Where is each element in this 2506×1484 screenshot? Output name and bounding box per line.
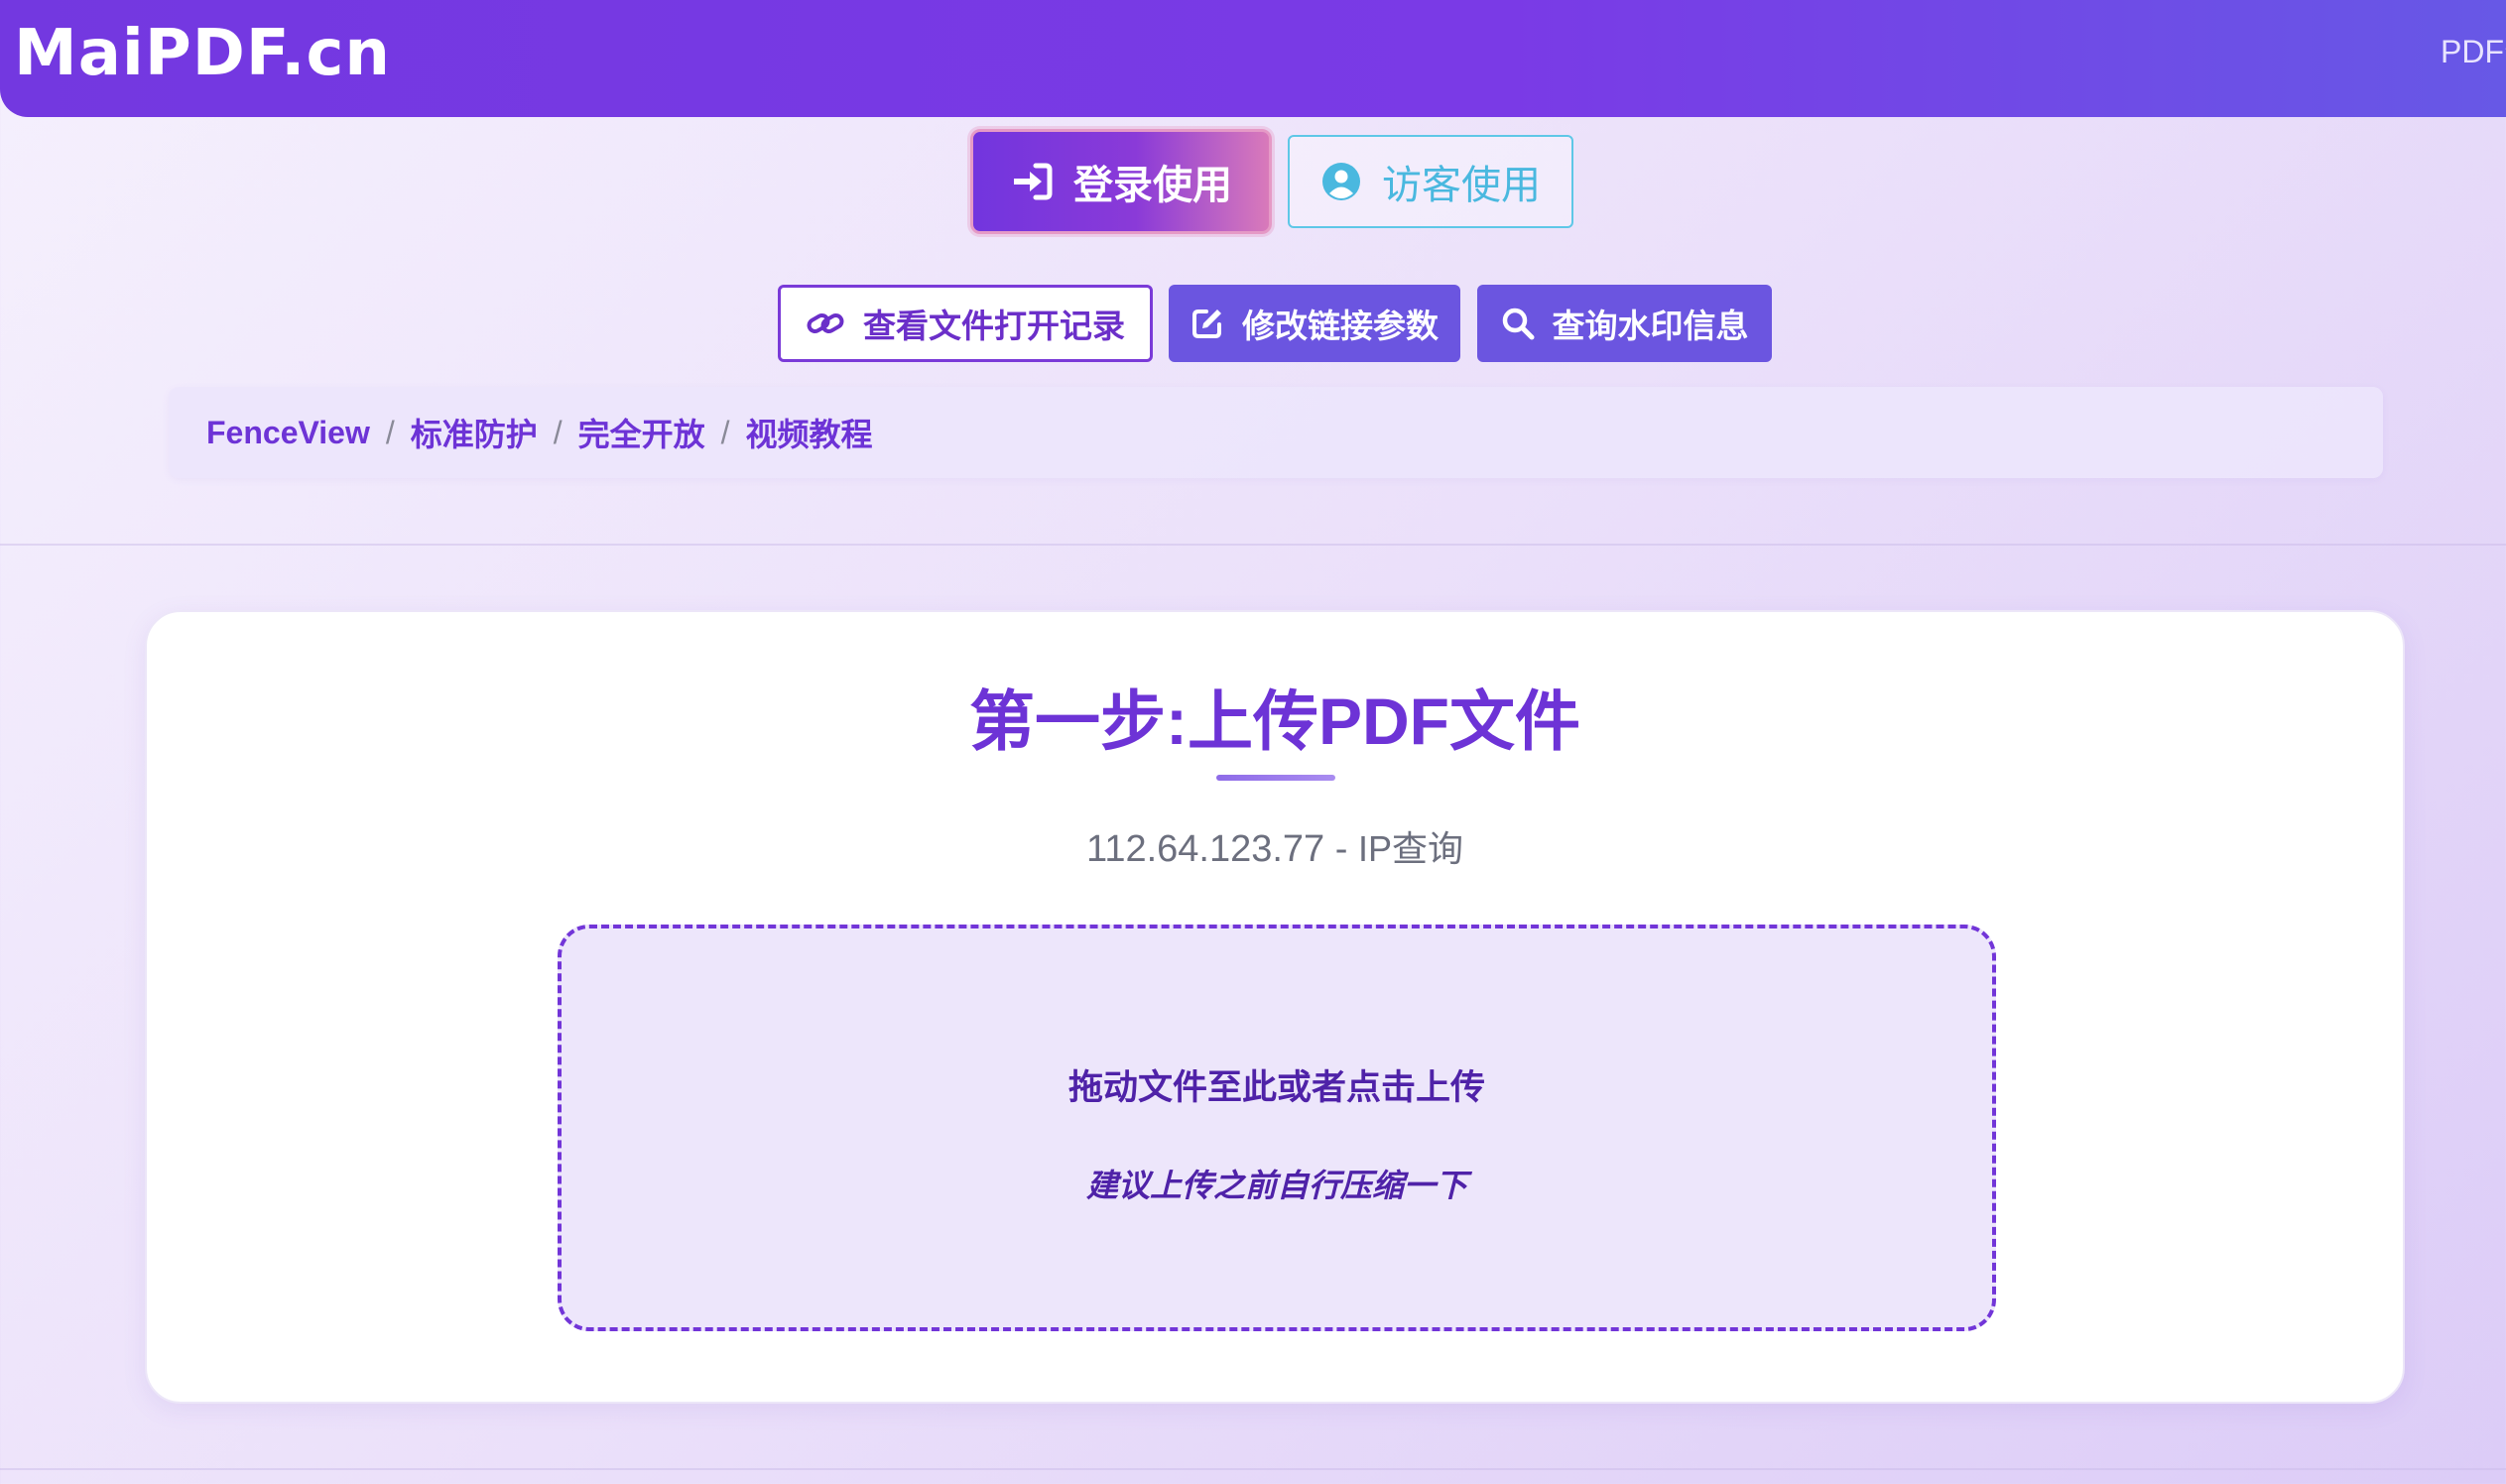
view-records-label: 查看文件打开记录 — [863, 308, 1125, 344]
ip-separator: - — [1324, 828, 1358, 870]
page-title: 第一步:上传PDF文件 — [969, 684, 1580, 758]
top-navbar: MaiPDF.cn PDF分 — [0, 0, 2506, 117]
breadcrumb-separator: / — [553, 414, 563, 450]
footer-divider — [0, 1468, 2506, 1470]
dropzone-instruction: 拖动文件至此或者点击上传 — [1067, 1068, 1485, 1107]
breadcrumb-item-video-tutorial[interactable]: 视频教程 — [746, 410, 873, 455]
title-underline — [1216, 775, 1335, 781]
search-icon — [1501, 307, 1535, 340]
view-records-button[interactable]: 查看文件打开记录 — [778, 285, 1153, 362]
section-divider — [0, 544, 2506, 546]
guest-button-label: 访客使用 — [1382, 164, 1541, 207]
guest-button[interactable]: 访客使用 — [1288, 135, 1573, 228]
watermark-query-label: 查询水印信息 — [1552, 308, 1749, 344]
user-circle-icon — [1320, 161, 1362, 202]
breadcrumb-item-fully-open[interactable]: 完全开放 — [578, 410, 705, 455]
nav-link-pdf[interactable]: PDF分 — [2441, 32, 2506, 71]
link-icon — [806, 307, 845, 340]
login-button-label: 登录使用 — [1073, 164, 1232, 207]
upload-card: 第一步:上传PDF文件 112.64.123.77 - IP查询 拖动文件至此或… — [145, 610, 2405, 1404]
edit-params-button[interactable]: 修改链接参数 — [1169, 285, 1460, 362]
ip-address: 112.64.123.77 — [1086, 828, 1325, 870]
breadcrumb-separator: / — [720, 414, 730, 450]
brand-logo[interactable]: MaiPDF.cn — [14, 14, 391, 93]
breadcrumb: FenceView / 标准防护 / 完全开放 / 视频教程 — [169, 387, 2383, 478]
file-dropzone[interactable]: 拖动文件至此或者点击上传 建议上传之前自行压缩一下 — [558, 925, 1996, 1331]
dropzone-hint: 建议上传之前自行压缩一下 — [1085, 1168, 1467, 1203]
breadcrumb-item-fenceview[interactable]: FenceView — [206, 415, 370, 451]
edit-icon — [1190, 307, 1224, 340]
login-button[interactable]: 登录使用 — [970, 129, 1272, 234]
breadcrumb-item-standard-protection[interactable]: 标准防护 — [411, 410, 538, 455]
edit-params-label: 修改链接参数 — [1242, 308, 1439, 344]
ip-query-link[interactable]: IP查询 — [1358, 828, 1463, 869]
ip-info: 112.64.123.77 - IP查询 — [147, 824, 2403, 874]
watermark-query-button[interactable]: 查询水印信息 — [1477, 285, 1772, 362]
sign-in-icon — [1010, 162, 1054, 201]
breadcrumb-separator: / — [385, 414, 395, 450]
